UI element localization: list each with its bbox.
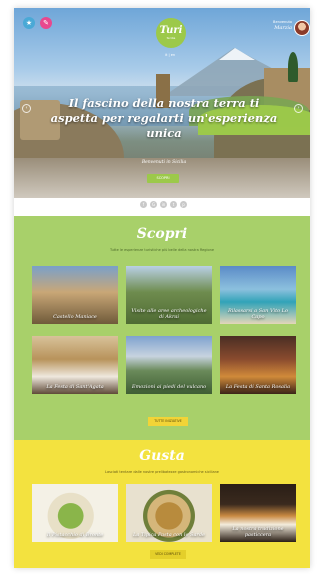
user-greeting[interactable]: Benvenuto Marzia — [273, 20, 292, 31]
card-caption: Castello Maniace — [53, 314, 97, 320]
top-icon-bar: ● ✉ ★ ✎ — [23, 17, 310, 135]
card-caption: Il Pistacchio di Bronte — [46, 532, 104, 538]
hero-volcano-snow — [219, 48, 255, 60]
card-caption: La Tipica Pasta con le Sarde — [133, 532, 205, 538]
twitter-icon[interactable]: t — [170, 201, 177, 208]
card-akrai[interactable]: Visite alle aree archeologiche di Akrai — [126, 266, 212, 324]
social-share-bar: f G in t p — [140, 201, 187, 208]
card-santa-rosalia[interactable]: La Festa di Santa Rosalia — [220, 336, 296, 394]
hero-cypress — [288, 52, 298, 82]
app-page: ● ✉ ★ ✎ Turi Sicilia it | en Benvenuto M… — [14, 8, 310, 568]
card-sant-agata[interactable]: La Festa di Sant'Agata — [32, 336, 118, 394]
hero-welcome: Benvenuti in Sicilia — [141, 160, 187, 165]
card-caption: Rilassarsi a San Vito Lo Capo — [227, 308, 289, 320]
card-vulcano[interactable]: Emozioni ai piedi del vulcano — [126, 336, 212, 394]
hero-headline: Il fascino della nostra terra ti aspetta… — [50, 96, 278, 140]
linkedin-icon[interactable]: in — [160, 201, 167, 208]
card-san-vito[interactable]: Rilassarsi a San Vito Lo Capo — [220, 266, 296, 324]
card-caption: La nostra tradizione pasticcera — [232, 526, 284, 538]
logo-name: Turi — [159, 25, 183, 36]
scopri-subtitle: Tutte le esperienze turistiche più belle… — [110, 248, 214, 252]
card-caption: Visite alle aree archeologiche di Akrai — [131, 308, 207, 320]
prev-arrow-icon[interactable]: ‹ — [22, 104, 31, 113]
see-all-button[interactable]: VEDI COMPLETE — [150, 550, 186, 559]
next-arrow-icon[interactable]: › — [294, 104, 303, 113]
edit-icon[interactable]: ✎ — [40, 17, 52, 29]
pinterest-icon[interactable]: p — [180, 201, 187, 208]
card-pasticceria[interactable]: La nostra tradizione pasticcera — [220, 484, 296, 542]
card-caption: La Festa di Sant'Agata — [46, 384, 104, 390]
turi-logo[interactable]: Turi Sicilia — [156, 18, 186, 48]
avatar[interactable] — [294, 20, 310, 36]
card-caption: Emozioni ai piedi del vulcano — [131, 384, 207, 390]
all-initiatives-button[interactable]: TUTTE INIZIATIVE — [148, 417, 188, 426]
card-caption: La Festa di Santa Rosalia — [225, 384, 291, 390]
card-castello-maniace[interactable]: Castello Maniace — [32, 266, 118, 324]
gusta-title: Gusta — [139, 448, 185, 464]
hero-banner: ● ✉ ★ ✎ Turi Sicilia it | en Benvenuto M… — [14, 8, 310, 198]
gusta-subtitle: Lasciati tentare dalle nostre prelibatez… — [105, 470, 219, 474]
user-name: Marzia — [274, 25, 292, 31]
logo-tagline: Sicilia — [166, 36, 176, 40]
gusta-section: Gusta Lasciati tentare dalle nostre prel… — [14, 440, 310, 568]
card-pasta-sarde[interactable]: La Tipica Pasta con le Sarde — [126, 484, 212, 542]
share-icon[interactable]: ★ — [23, 17, 35, 29]
language-switch[interactable]: it | en — [165, 53, 175, 57]
scopri-section: Scopri Tutte le esperienze turistiche pi… — [14, 216, 310, 440]
scopri-title: Scopri — [136, 226, 188, 242]
google-plus-icon[interactable]: G — [150, 201, 157, 208]
card-pistacchio[interactable]: Il Pistacchio di Bronte — [32, 484, 118, 542]
hero-discover-button[interactable]: SCOPRI — [147, 174, 179, 183]
facebook-icon[interactable]: f — [140, 201, 147, 208]
